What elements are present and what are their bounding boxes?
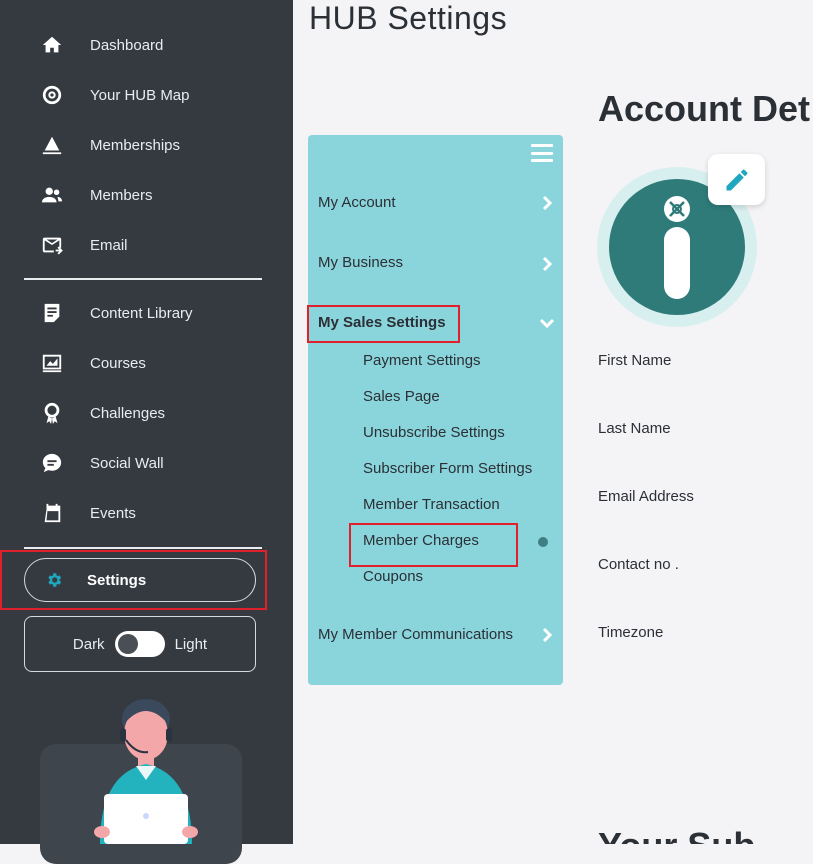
submenu-coupons[interactable]: Coupons bbox=[363, 568, 423, 585]
submenu-subscriber-form-settings[interactable]: Subscriber Form Settings bbox=[363, 460, 532, 477]
chevron-right-icon[interactable] bbox=[540, 195, 554, 211]
submenu-sales-page[interactable]: Sales Page bbox=[363, 388, 440, 405]
next-section-heading: Your Sub bbox=[598, 826, 813, 844]
courses-icon bbox=[40, 351, 64, 375]
challenges-icon bbox=[40, 401, 64, 425]
timezone-label: Timezone bbox=[598, 624, 664, 641]
sidebar-item-challenges[interactable]: Challenges bbox=[40, 399, 165, 427]
email-address-label: Email Address bbox=[598, 488, 694, 505]
settings-menu-panel: My Account My Business My Sales Settings… bbox=[308, 135, 563, 685]
sidebar-item-label: Social Wall bbox=[90, 454, 164, 472]
sidebar-item-label: Courses bbox=[90, 354, 146, 372]
theme-switcher: Dark Light bbox=[24, 616, 256, 672]
events-icon bbox=[40, 501, 64, 525]
sidebar-item-courses[interactable]: Courses bbox=[40, 349, 146, 377]
sidebar-item-label: Members bbox=[90, 186, 153, 204]
edit-avatar-button[interactable] bbox=[708, 154, 765, 205]
theme-toggle[interactable] bbox=[114, 631, 165, 657]
content-library-icon bbox=[40, 301, 64, 325]
settings-label: Settings bbox=[87, 571, 147, 589]
sidebar-item-settings[interactable]: Settings bbox=[24, 558, 256, 602]
toggle-knob bbox=[117, 634, 138, 654]
submenu-payment-settings[interactable]: Payment Settings bbox=[363, 352, 481, 369]
menu-item-my-business[interactable]: My Business bbox=[318, 254, 403, 271]
sidebar-item-hub-map[interactable]: Your HUB Map bbox=[40, 81, 190, 109]
sidebar-divider bbox=[24, 547, 262, 549]
submenu-member-charges[interactable]: Member Charges bbox=[363, 532, 479, 549]
sidebar-item-content-library[interactable]: Content Library bbox=[40, 299, 193, 327]
sidebar-item-label: Dashboard bbox=[90, 36, 164, 54]
contact-no-label: Contact no . bbox=[598, 556, 679, 573]
sidebar-divider bbox=[24, 278, 262, 280]
sidebar-item-events[interactable]: Events bbox=[40, 499, 136, 527]
sidebar: Dashboard Your HUB Map Memberships Membe… bbox=[0, 0, 293, 864]
sidebar-item-email[interactable]: Email bbox=[40, 231, 128, 259]
page-title: HUB Settings bbox=[309, 0, 508, 36]
members-icon bbox=[40, 183, 64, 207]
home-icon bbox=[40, 33, 64, 57]
sidebar-item-members[interactable]: Members bbox=[40, 181, 153, 209]
active-indicator-dot bbox=[538, 537, 548, 547]
first-name-label: First Name bbox=[598, 352, 672, 369]
sidebar-item-label: Your HUB Map bbox=[90, 86, 190, 104]
menu-item-my-sales-settings[interactable]: My Sales Settings bbox=[318, 314, 446, 331]
sidebar-item-label: Memberships bbox=[90, 136, 181, 154]
chevron-right-icon[interactable] bbox=[540, 256, 554, 272]
email-icon bbox=[40, 233, 64, 257]
sidebar-item-label: Events bbox=[90, 504, 136, 522]
sidebar-item-social-wall[interactable]: Social Wall bbox=[40, 449, 164, 477]
sidebar-item-memberships[interactable]: Memberships bbox=[40, 131, 180, 159]
menu-item-my-account[interactable]: My Account bbox=[318, 194, 396, 211]
chevron-down-icon[interactable] bbox=[539, 316, 555, 330]
account-details-heading: Account Det bbox=[598, 88, 811, 129]
chat-icon bbox=[40, 451, 64, 475]
chevron-right-icon[interactable] bbox=[540, 627, 554, 643]
theme-dark-label: Dark bbox=[72, 635, 105, 653]
hub-map-icon bbox=[40, 83, 64, 107]
submenu-unsubscribe-settings[interactable]: Unsubscribe Settings bbox=[363, 424, 505, 441]
theme-light-label: Light bbox=[174, 635, 208, 653]
support-agent-illustration bbox=[94, 699, 198, 844]
memberships-icon bbox=[40, 133, 64, 157]
menu-item-my-member-communications[interactable]: My Member Communications bbox=[318, 626, 513, 643]
last-name-label: Last Name bbox=[598, 420, 671, 437]
pencil-icon bbox=[726, 169, 747, 190]
sidebar-item-label: Email bbox=[90, 236, 128, 254]
sidebar-item-label: Content Library bbox=[90, 304, 193, 322]
gear-icon bbox=[43, 569, 65, 591]
sidebar-item-dashboard[interactable]: Dashboard bbox=[40, 31, 163, 59]
hamburger-menu-icon[interactable] bbox=[531, 144, 553, 162]
submenu-member-transaction[interactable]: Member Transaction bbox=[363, 496, 500, 513]
sidebar-item-label: Challenges bbox=[90, 404, 166, 422]
